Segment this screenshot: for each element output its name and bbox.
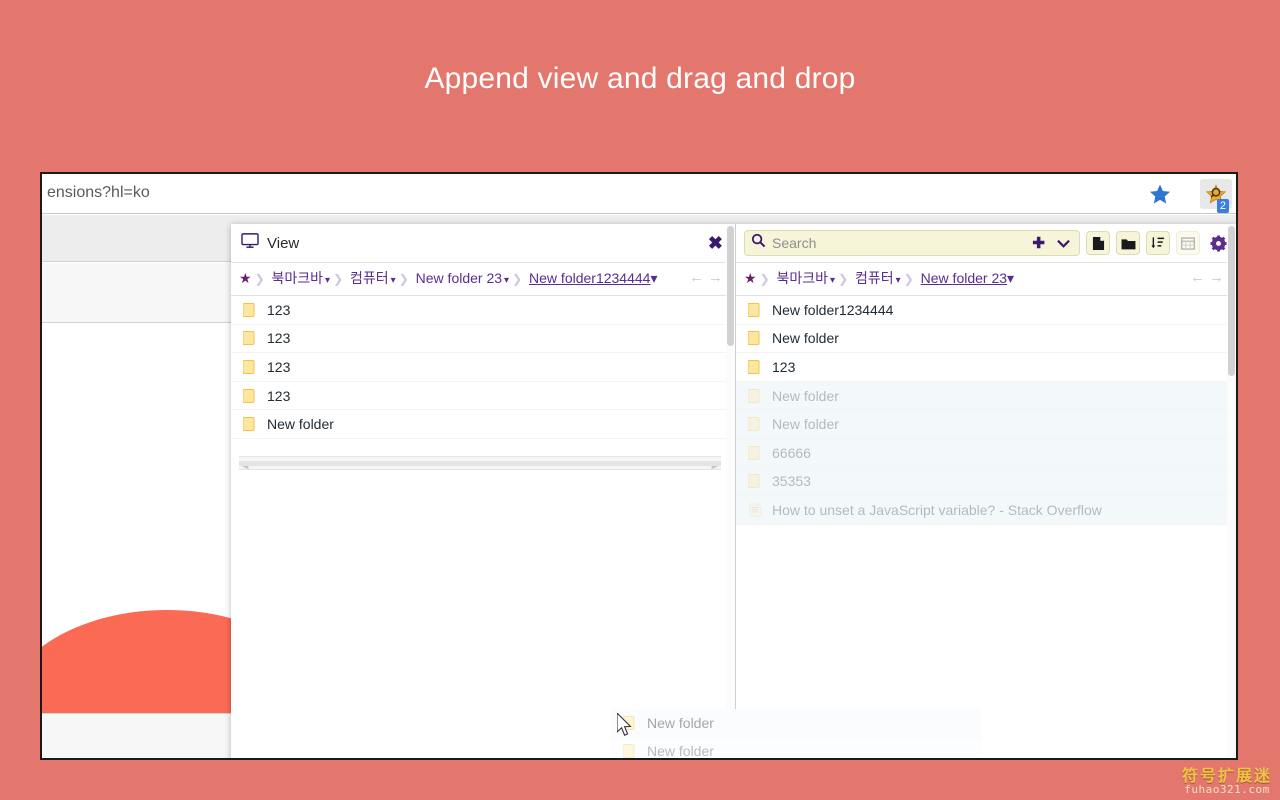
right-view-panel: Search ✚ ★ ❯ 북마크바 ▾ ❯ 컴퓨터 ▾ ❯ New folder…	[736, 224, 1236, 758]
add-icon[interactable]: ✚	[1029, 234, 1048, 252]
list-item-label: 35353	[772, 473, 811, 490]
folder-icon	[243, 388, 255, 403]
address-bar-input[interactable]: ensions?hl=ko	[47, 184, 150, 202]
list-item[interactable]: New folder	[736, 381, 1236, 411]
folder-icon	[1121, 238, 1135, 249]
list-item[interactable]: New folder	[736, 410, 1236, 439]
folder-icon	[243, 417, 255, 432]
sort-button[interactable]	[1146, 231, 1170, 255]
watermark-en: fuhao321.com	[1184, 783, 1270, 797]
horizontal-scrollbar[interactable]: ◀ ▶	[239, 456, 721, 471]
forward-arrow-icon[interactable]: →	[708, 269, 727, 286]
left-panel-title: View	[267, 234, 300, 252]
extension-popup: View ✖ ★ ❯ 북마크바 ▾ ❯ 컴퓨터 ▾ ❯ New folder 23 ▾ ❯ N…	[231, 224, 1236, 758]
folder-icon	[243, 359, 255, 374]
close-icon[interactable]: ✖	[704, 232, 727, 254]
list-item-label: New folder	[772, 387, 839, 404]
breadcrumb-item-0[interactable]: 북마크바 ▾	[272, 270, 331, 286]
list-item[interactable]: New folder1234444	[736, 296, 1236, 325]
back-arrow-icon[interactable]: ←	[689, 269, 708, 286]
page-title: Append view and drag and drop	[424, 62, 856, 95]
folder-icon	[748, 302, 760, 317]
search-box[interactable]: Search ✚	[744, 230, 1080, 256]
left-panel-header: View ✖	[231, 224, 735, 263]
search-icon	[751, 233, 766, 253]
folder-icon	[748, 331, 760, 346]
list-item-label: New folder	[772, 416, 839, 433]
right-panel-header: Search ✚	[736, 224, 1236, 263]
browser-window: ensions?hl=ko 2 View ✖ ★ ❯ 북마크바 ▾ ❯ 컴퓨터 …	[40, 172, 1238, 760]
monitor-icon	[241, 232, 259, 254]
watermark: 符号扩展迷 fuhao321.com	[1181, 765, 1272, 797]
star-icon[interactable]: ★	[744, 270, 757, 286]
list-item[interactable]: How to unset a JavaScript variable? - St…	[736, 496, 1236, 525]
list-item-label: 123	[267, 330, 291, 347]
list-item-label: 123	[267, 358, 291, 375]
new-page-button[interactable]	[1086, 231, 1110, 255]
folder-icon	[748, 417, 760, 432]
list-item[interactable]: 123	[231, 353, 735, 382]
search-input[interactable]: Search	[772, 235, 1023, 251]
sort-az-icon	[1150, 236, 1164, 248]
chevron-down-icon[interactable]	[1054, 235, 1073, 252]
calendar-button[interactable]	[1176, 231, 1200, 255]
chevron-down-icon[interactable]: ▾	[1007, 270, 1014, 286]
list-item[interactable]: 123	[736, 353, 1236, 382]
scrollbar-thumb[interactable]	[239, 461, 721, 466]
list-item[interactable]: 66666	[736, 438, 1236, 468]
star-icon[interactable]: ★	[239, 270, 252, 286]
extension-badge: 2	[1216, 199, 1229, 213]
folder-icon	[748, 445, 760, 460]
folder-icon	[243, 302, 255, 317]
folder-icon	[748, 474, 760, 489]
right-item-list: New folder1234444 New folder 123 New folder…	[736, 296, 1236, 525]
list-item-label: How to unset a JavaScript variable? - St…	[772, 501, 1102, 518]
page-icon	[1092, 236, 1104, 250]
breadcrumb-item-2[interactable]: New folder 23 ▾	[416, 270, 509, 286]
list-item-label: 66666	[772, 444, 811, 461]
list-item[interactable]: 35353	[736, 467, 1236, 497]
list-item[interactable]: 123	[231, 325, 735, 354]
left-breadcrumb: ★ ❯ 북마크바 ▾ ❯ 컴퓨터 ▾ ❯ New folder 23 ▾ ❯ New fold…	[231, 263, 735, 296]
left-item-list: 123 123 123 123 New folder	[231, 296, 735, 439]
left-view-panel: View ✖ ★ ❯ 북마크바 ▾ ❯ 컴퓨터 ▾ ❯ New folder 23 ▾ ❯ N…	[231, 224, 736, 758]
gear-icon	[1209, 234, 1227, 252]
list-item-label: New folder1234444	[772, 301, 894, 318]
right-vertical-scrollbar[interactable]	[1227, 224, 1236, 758]
calendar-icon	[1181, 237, 1195, 250]
list-item-label: 123	[267, 387, 291, 404]
scrollbar-thumb[interactable]	[727, 226, 734, 346]
chevron-down-icon[interactable]: ▾	[650, 270, 657, 286]
bookmark-page-icon	[749, 503, 762, 517]
list-item[interactable]: 123	[231, 296, 735, 325]
left-vertical-scrollbar[interactable]	[726, 224, 735, 758]
watermark-cn: 符号扩展迷	[1181, 765, 1272, 785]
folder-icon	[748, 359, 760, 374]
breadcrumb-item-2[interactable]: New folder 23	[921, 270, 1007, 286]
breadcrumb-item-0[interactable]: 북마크바 ▾	[777, 270, 836, 286]
browser-toolbar: ensions?hl=ko 2	[42, 174, 1236, 214]
right-breadcrumb: ★ ❯ 북마크바 ▾ ❯ 컴퓨터 ▾ ❯ New folder 23▾ ←→	[736, 263, 1236, 296]
left-nav-arrows: ←→	[689, 268, 727, 288]
list-item[interactable]: 123	[231, 382, 735, 411]
list-item[interactable]: New folder	[231, 410, 735, 439]
breadcrumb-item-1[interactable]: 컴퓨터 ▾	[350, 270, 396, 286]
back-arrow-icon[interactable]: ←	[1190, 269, 1209, 286]
list-item-label: New folder	[772, 330, 839, 347]
list-item-label: New folder	[267, 416, 334, 433]
extension-button[interactable]: 2	[1200, 179, 1232, 213]
forward-arrow-icon[interactable]: →	[1209, 269, 1228, 286]
breadcrumb-item-3[interactable]: New folder1234444	[529, 270, 650, 286]
list-item-label: 123	[267, 301, 291, 318]
right-nav-arrows: ←→	[1190, 268, 1228, 288]
list-item-label: 123	[772, 358, 796, 375]
star-icon[interactable]	[1148, 182, 1172, 206]
folder-icon	[243, 331, 255, 346]
breadcrumb-item-1[interactable]: 컴퓨터 ▾	[855, 270, 901, 286]
folder-icon	[748, 388, 760, 403]
scrollbar-thumb[interactable]	[1228, 226, 1235, 376]
list-item[interactable]: New folder	[736, 325, 1236, 354]
new-folder-button[interactable]	[1116, 231, 1140, 255]
